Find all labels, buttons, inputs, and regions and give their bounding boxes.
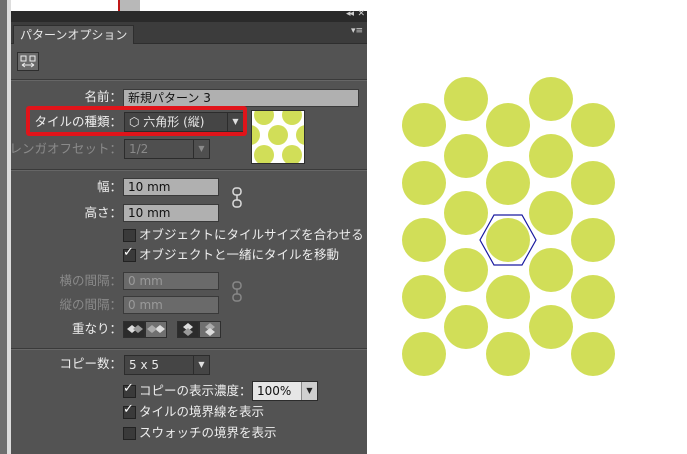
pattern-options-panel: ◂◂ ✕ パターンオプション ▾≡ 名前： 新規パターン 3 タイルの種類： ⬡… (9, 9, 367, 454)
copies-value: 5 x 5 (129, 358, 159, 372)
chevron-down-icon: ▼ (193, 356, 209, 374)
divider (11, 169, 367, 171)
copies-select[interactable]: 5 x 5 ▼ (124, 355, 210, 375)
pattern-dot (402, 103, 446, 147)
size-to-art-label: オブジェクトにタイルサイズを合わせる (139, 227, 364, 242)
close-icon[interactable]: ✕ (357, 9, 365, 19)
pattern-dot (571, 103, 615, 147)
pattern-dot (529, 305, 573, 349)
chevron-down-icon: ▼ (301, 382, 317, 400)
link-icon[interactable] (230, 281, 244, 303)
overlap-bottom-icon (205, 323, 215, 336)
tile-preview-image (252, 111, 304, 163)
dim-copies-checkbox[interactable]: ✓ (123, 381, 136, 398)
pattern-dots (402, 77, 615, 376)
highlight-box (26, 106, 247, 136)
divider (11, 348, 367, 350)
tab-pattern-options[interactable]: パターンオプション (13, 25, 135, 44)
pattern-tile-tool-button[interactable] (17, 52, 39, 71)
overlap-top-icon (183, 323, 193, 336)
panel-tab-row: パターンオプション ▾≡ (11, 22, 367, 44)
pattern-dot (529, 134, 573, 178)
pattern-tile-tool-icon (20, 55, 36, 68)
move-with-art-checkbox[interactable]: ✓ (123, 245, 136, 262)
width-field[interactable]: 10 mm (123, 178, 219, 196)
pattern-dot (571, 161, 615, 205)
pattern-dot (402, 275, 446, 319)
pattern-dot (571, 275, 615, 319)
divider (11, 79, 367, 81)
pattern-dot (486, 161, 530, 205)
name-field[interactable]: 新規パターン 3 (123, 89, 359, 107)
move-with-art-label: オブジェクトと一緒にタイルを移動 (139, 247, 340, 262)
pattern-dot (444, 77, 488, 121)
check-icon: ✓ (123, 381, 134, 396)
copies-label: コピー数： (59, 356, 122, 371)
check-icon: ✓ (123, 402, 134, 417)
tile-preview (251, 110, 305, 164)
pattern-dot (486, 332, 530, 376)
canvas-stripe-left (0, 0, 7, 454)
show-tile-edge-label: タイルの境界線を表示 (139, 404, 265, 419)
pattern-dot (444, 191, 488, 235)
link-icon[interactable] (230, 187, 244, 209)
dim-copies-value: 100% (257, 384, 292, 398)
size-to-art-checkbox[interactable] (123, 229, 136, 242)
overlap-label: 重なり： (71, 321, 122, 336)
collapse-panel-icon[interactable]: ◂◂ (346, 9, 354, 19)
pattern-dot (529, 77, 573, 121)
pattern-dot (571, 218, 615, 262)
pattern-dot (402, 161, 446, 205)
pattern-dot (486, 275, 530, 319)
brick-offset-select[interactable]: 1/2 ▼ (124, 139, 210, 159)
v-spacing-label: 縦の間隔： (59, 297, 122, 312)
show-tile-edge-checkbox[interactable]: ✓ (123, 402, 136, 419)
pattern-dot (444, 134, 488, 178)
width-label: 幅： (96, 179, 122, 194)
pattern-dot (529, 248, 573, 292)
overlap-bottom-front-button[interactable] (199, 321, 221, 338)
pattern-dot (486, 103, 530, 147)
pattern-dot (444, 305, 488, 349)
pattern-dot (571, 332, 615, 376)
h-spacing-label: 横の間隔： (59, 273, 122, 288)
overlap-left-icon (127, 325, 143, 333)
overlap-left-front-button[interactable] (123, 321, 145, 338)
show-swatch-bounds-label: スウォッチの境界を表示 (139, 425, 277, 440)
pattern-dot (402, 218, 446, 262)
dim-copies-label: コピーの表示濃度： (139, 383, 252, 398)
overlap-top-front-button[interactable] (177, 321, 199, 338)
name-label: 名前： (84, 89, 122, 104)
height-field[interactable]: 10 mm (123, 204, 219, 222)
brick-offset-label: レンガオフセット： (9, 141, 122, 156)
h-spacing-field[interactable]: 0 mm (123, 272, 219, 290)
brick-offset-value: 1/2 (129, 142, 149, 156)
overlap-right-icon (147, 325, 165, 333)
pattern-dot (402, 332, 446, 376)
dim-copies-select[interactable]: 100% ▼ (252, 381, 318, 401)
overlap-right-front-button[interactable] (145, 321, 167, 338)
pattern-dot (486, 218, 530, 262)
pattern-dot (444, 248, 488, 292)
panel-menu-icon[interactable]: ▾≡ (351, 25, 363, 37)
v-spacing-field[interactable]: 0 mm (123, 296, 219, 314)
pattern-dot (529, 191, 573, 235)
chevron-down-icon: ▼ (193, 140, 209, 158)
panel-titlebar: ◂◂ ✕ (11, 9, 367, 22)
check-icon: ✓ (123, 245, 134, 260)
height-label: 高さ： (84, 205, 122, 220)
show-swatch-bounds-checkbox[interactable] (123, 427, 136, 440)
pattern-canvas[interactable] (380, 60, 640, 400)
